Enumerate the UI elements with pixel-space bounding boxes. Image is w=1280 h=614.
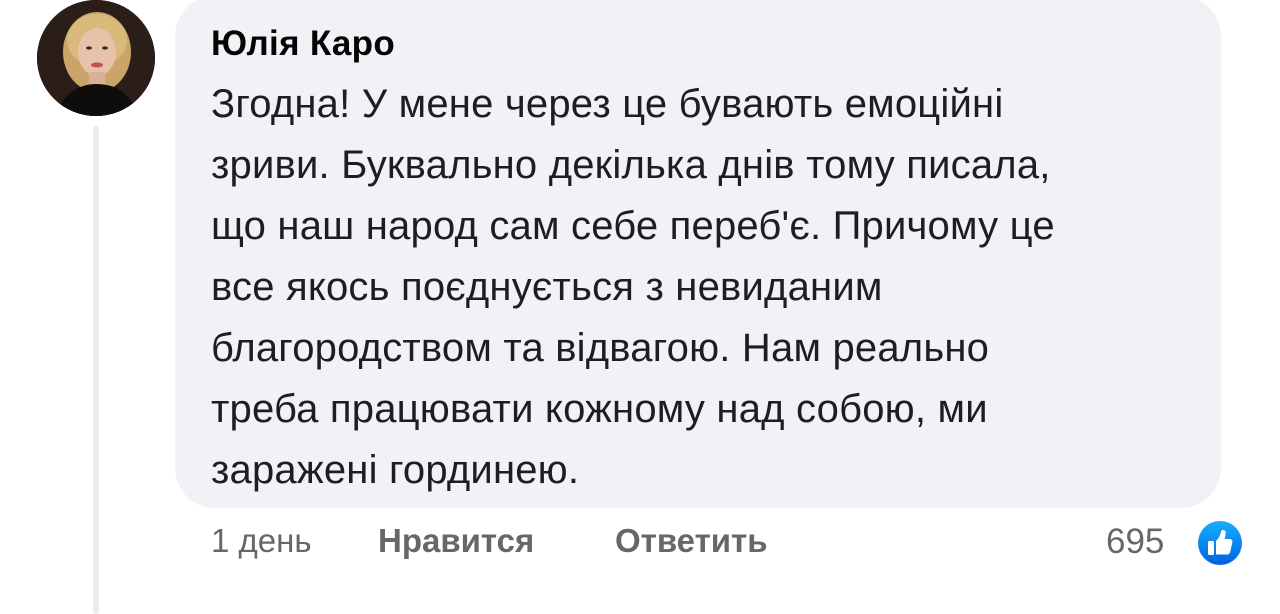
reaction-count[interactable]: 695 bbox=[1106, 522, 1164, 562]
like-button[interactable]: Нравится bbox=[378, 522, 534, 568]
comment-author-name[interactable]: Юлія Каро bbox=[211, 24, 395, 64]
comment-timestamp[interactable]: 1 день bbox=[211, 522, 312, 568]
reply-button[interactable]: Ответить bbox=[615, 522, 768, 568]
thumbs-up-icon[interactable] bbox=[1196, 519, 1244, 567]
user-avatar-photo-icon bbox=[37, 0, 155, 116]
comment-text: Згодна! У мене через це бувають емоційні… bbox=[211, 82, 1055, 492]
avatar[interactable] bbox=[37, 0, 155, 116]
reply-thread-line bbox=[93, 126, 99, 614]
